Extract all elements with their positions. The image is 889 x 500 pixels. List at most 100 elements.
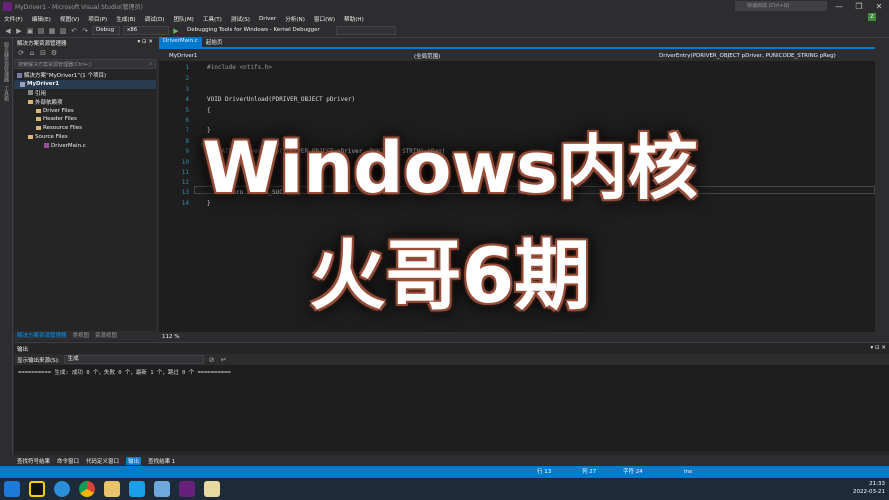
notepad-icon[interactable] bbox=[204, 481, 220, 497]
title-bar: MyDriver1 - Microsoft Visual Studio(管理员)… bbox=[0, 0, 889, 13]
search-placeholder: 搜索解决方案资源管理器(Ctrl+;) bbox=[18, 62, 92, 68]
chrome-icon[interactable] bbox=[79, 481, 95, 497]
menu-driver[interactable]: Driver bbox=[259, 16, 276, 22]
tab-find-results[interactable]: 查找结果 1 bbox=[148, 457, 175, 465]
nav-member-select[interactable]: DriverEntry(PDRIVER_OBJECT pDriver, PUNI… bbox=[649, 53, 875, 59]
sync-icon[interactable]: ⟳ bbox=[17, 49, 25, 57]
toolbar: ◀ ▶ ▣ ▤ ▦ ▧ ↶ ↷ Debug x86 ▶ Debugging To… bbox=[0, 24, 889, 38]
solution-search-input[interactable]: 搜索解决方案资源管理器(Ctrl+;) ⌕ bbox=[14, 59, 156, 69]
tab-command-window[interactable]: 命令窗口 bbox=[57, 457, 79, 465]
tab-code-definition[interactable]: 代码定义窗口 bbox=[86, 457, 119, 465]
minimize-button[interactable]: — bbox=[829, 0, 849, 13]
tab-resource-view[interactable]: 资源视图 bbox=[95, 331, 117, 341]
tab-class-view[interactable]: 类视图 bbox=[73, 331, 90, 341]
solution-config-select[interactable] bbox=[336, 26, 396, 35]
menu-view[interactable]: 视图(V) bbox=[60, 15, 79, 23]
tree-source-files[interactable]: Source Files bbox=[14, 133, 156, 142]
menu-analyze[interactable]: 分析(N) bbox=[285, 15, 305, 23]
collapse-icon[interactable]: ⊟ bbox=[39, 49, 47, 57]
maximize-button[interactable]: ❐ bbox=[849, 0, 869, 13]
quick-launch-input[interactable]: 快速启动 (Ctrl+Q) bbox=[735, 1, 827, 11]
pin-icon[interactable]: ▾ ⊡ ✕ bbox=[138, 39, 153, 47]
tree-label: 引用 bbox=[35, 90, 47, 97]
save-icon[interactable]: ▦ bbox=[48, 27, 56, 35]
line-number: 3 bbox=[185, 86, 189, 93]
tab-solution-explorer[interactable]: 解决方案资源管理器 bbox=[17, 331, 67, 341]
debugger-select[interactable]: Debugging Tools for Windows - Kernel Deb… bbox=[183, 26, 333, 35]
open-icon[interactable]: ▤ bbox=[37, 27, 45, 35]
undo-icon[interactable]: ↶ bbox=[70, 27, 78, 35]
tree-header-files[interactable]: Header Files bbox=[14, 115, 156, 124]
tree-references[interactable]: 引用 bbox=[14, 89, 156, 98]
toolbox-tab[interactable]: 工具箱 bbox=[3, 86, 10, 101]
solution-explorer-tabs: 解决方案资源管理器 类视图 资源视图 bbox=[14, 331, 156, 341]
new-file-icon[interactable]: ▣ bbox=[26, 27, 34, 35]
visual-studio-taskbar-icon[interactable] bbox=[179, 481, 195, 497]
menu-project[interactable]: 项目(P) bbox=[88, 15, 107, 23]
tree-label: 外部依赖项 bbox=[35, 99, 63, 106]
tab-output[interactable]: 输出 bbox=[126, 456, 142, 465]
menu-tools[interactable]: 工具(T) bbox=[203, 15, 222, 23]
menu-build[interactable]: 生成(B) bbox=[116, 15, 135, 23]
menu-edit[interactable]: 编辑(E) bbox=[32, 15, 51, 23]
folder-icon bbox=[28, 134, 33, 139]
properties-icon[interactable]: ⚙ bbox=[50, 49, 58, 57]
line-number: 5 bbox=[185, 107, 189, 114]
browser-ie-icon[interactable] bbox=[54, 481, 70, 497]
configuration-select[interactable]: Debug bbox=[92, 26, 120, 35]
visual-studio-icon bbox=[3, 2, 12, 11]
menu-file[interactable]: 文件(F) bbox=[4, 15, 23, 23]
line-number: 2 bbox=[185, 75, 189, 82]
tree-resource-files[interactable]: Resource Files bbox=[14, 124, 156, 133]
menu-debug[interactable]: 调试(D) bbox=[145, 15, 165, 23]
platform-select[interactable]: x86 bbox=[123, 26, 169, 35]
qq-icon[interactable] bbox=[29, 481, 45, 497]
tab-find-symbol[interactable]: 查找符号结果 bbox=[17, 457, 50, 465]
panel-pin-icon[interactable]: ▾ ⊡ ✕ bbox=[871, 345, 886, 352]
user-avatar[interactable]: Z bbox=[868, 13, 876, 21]
folder-taskbar-icon[interactable] bbox=[104, 481, 120, 497]
zoom-level[interactable]: 112 % bbox=[159, 332, 889, 342]
taskbar: 21:33 2022-03-21 bbox=[0, 478, 889, 500]
start-debug-icon[interactable]: ▶ bbox=[172, 27, 180, 35]
menu-help[interactable]: 帮助(H) bbox=[344, 15, 364, 23]
side-tool-strip: 服务器资源管理器 工具箱 bbox=[0, 38, 13, 455]
back-icon[interactable]: ◀ bbox=[4, 27, 12, 35]
clear-all-icon[interactable]: ⊘ bbox=[208, 356, 216, 364]
tree-label: Driver Files bbox=[43, 107, 74, 114]
menu-test[interactable]: 测试(S) bbox=[231, 15, 250, 23]
tree-driver-files[interactable]: Driver Files bbox=[14, 106, 156, 115]
forward-icon[interactable]: ▶ bbox=[15, 27, 23, 35]
c-file-icon bbox=[44, 143, 49, 149]
output-source-label: 显示输出来源(S): bbox=[17, 357, 60, 364]
nav-scope-select[interactable]: (全局范围) bbox=[404, 52, 649, 60]
cloud-icon[interactable] bbox=[129, 481, 145, 497]
menu-team[interactable]: 团队(M) bbox=[173, 15, 193, 23]
tree-label: MyDriver1 bbox=[27, 81, 60, 88]
word-wrap-icon[interactable]: ↵ bbox=[220, 356, 228, 364]
tree-project[interactable]: MyDriver1 bbox=[14, 79, 156, 89]
tab-start-page[interactable]: 起始页 bbox=[202, 37, 227, 47]
network-icon[interactable] bbox=[154, 481, 170, 497]
tree-external-deps[interactable]: 外部依赖项 bbox=[14, 97, 156, 106]
save-all-icon[interactable]: ▧ bbox=[59, 27, 67, 35]
tree-solution[interactable]: 解决方案“MyDriver1”(1 个项目) bbox=[14, 71, 156, 80]
tree-drivermain[interactable]: DriverMain.c bbox=[14, 141, 156, 150]
close-button[interactable]: ✕ bbox=[869, 0, 889, 13]
folder-icon bbox=[36, 126, 41, 131]
home-icon[interactable]: ⌂ bbox=[28, 49, 36, 57]
editor-scrollbar[interactable] bbox=[875, 49, 889, 333]
server-explorer-tab[interactable]: 服务器资源管理器 bbox=[3, 42, 10, 82]
tab-drivermain[interactable]: DriverMain.c bbox=[159, 37, 202, 47]
redo-icon[interactable]: ↷ bbox=[81, 27, 89, 35]
clock-date[interactable]: 2022-03-21 bbox=[853, 488, 885, 496]
nav-project-select[interactable]: MyDriver1 bbox=[159, 53, 404, 59]
search-icon: ⌕ bbox=[149, 61, 152, 67]
status-bar: 行 13 列 27 字符 24 Ins bbox=[0, 466, 889, 478]
code-line: VOID DriverUnload(PDRIVER_OBJECT pDriver… bbox=[207, 96, 356, 103]
clock-time[interactable]: 21:33 bbox=[853, 480, 885, 488]
start-icon[interactable] bbox=[4, 481, 20, 497]
menu-window[interactable]: 窗口(W) bbox=[314, 15, 335, 23]
output-source-select[interactable]: 生成 bbox=[63, 355, 204, 364]
output-text: ========== 生成: 成功 0 个，失败 0 个，最新 1 个，跳过 0… bbox=[14, 365, 889, 451]
